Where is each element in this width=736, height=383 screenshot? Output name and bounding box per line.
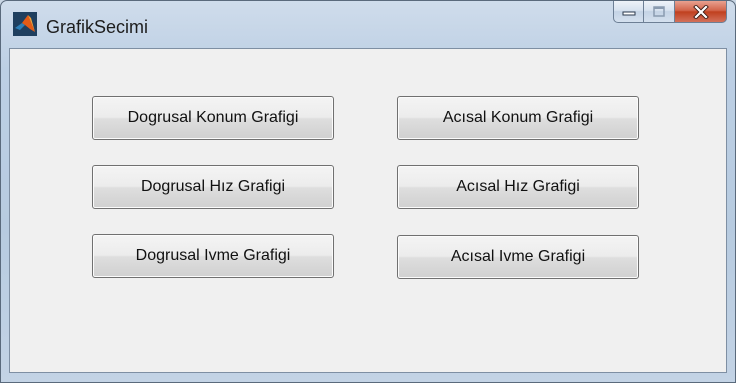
- acisal-hiz-grafigi-button[interactable]: Acısal Hız Grafigi: [397, 165, 639, 209]
- maximize-button[interactable]: [644, 1, 675, 23]
- dogrusal-hiz-grafigi-button[interactable]: Dogrusal Hız Grafigi: [92, 165, 334, 209]
- dogrusal-konum-grafigi-button[interactable]: Dogrusal Konum Grafigi: [92, 96, 334, 140]
- client-area: Dogrusal Konum Grafigi Dogrusal Hız Graf…: [9, 48, 727, 373]
- minimize-button[interactable]: [613, 1, 644, 23]
- close-icon: [692, 4, 709, 19]
- app-window: GrafikSecimi Dogrusal Konum Grafigi Dogr…: [0, 0, 736, 383]
- maximize-icon: [653, 5, 665, 17]
- close-button[interactable]: [675, 1, 727, 23]
- minimize-icon: [622, 11, 635, 15]
- acisal-konum-grafigi-button[interactable]: Acısal Konum Grafigi: [397, 96, 639, 140]
- acisal-ivme-grafigi-button[interactable]: Acısal Ivme Grafigi: [397, 235, 639, 279]
- window-title: GrafikSecimi: [46, 17, 149, 37]
- matlab-logo-icon: [13, 12, 37, 36]
- title-bar[interactable]: GrafikSecimi: [1, 1, 735, 47]
- dogrusal-ivme-grafigi-button[interactable]: Dogrusal Ivme Grafigi: [92, 234, 334, 278]
- caption-buttons: [613, 1, 727, 25]
